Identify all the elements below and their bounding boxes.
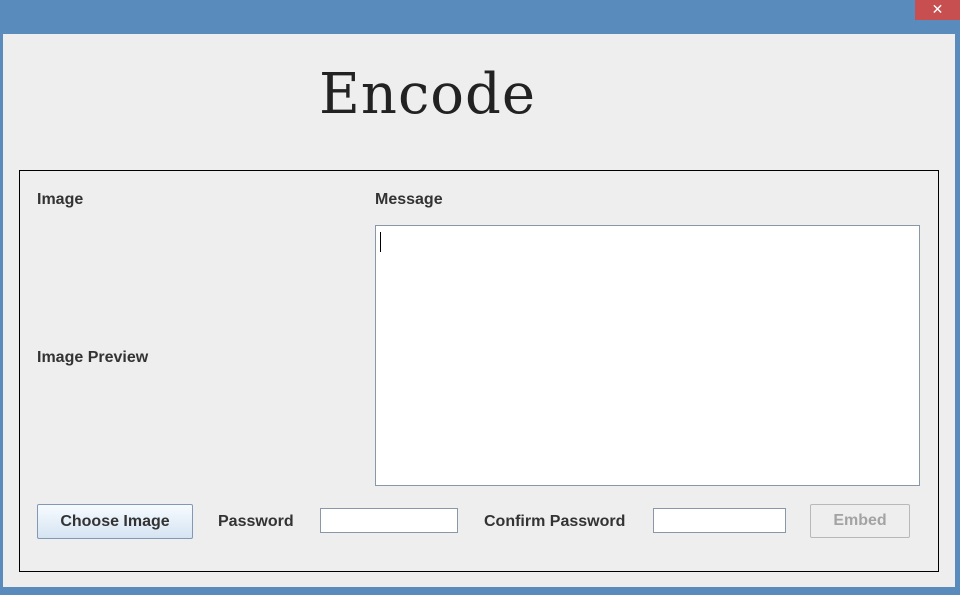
encode-window: ✕ Encode Image Image Preview Message Cho…	[0, 0, 960, 595]
text-caret	[380, 232, 381, 252]
image-preview-label: Image Preview	[37, 349, 149, 366]
page-title: Encode	[319, 62, 537, 127]
choose-image-button[interactable]: Choose Image	[37, 504, 193, 539]
window-content: Encode Image Image Preview Message Choos…	[3, 34, 955, 587]
title-bar[interactable]: ✕	[0, 0, 960, 34]
password-field[interactable]	[320, 508, 458, 533]
confirm-password-label: Confirm Password	[484, 513, 626, 530]
embed-button[interactable]: Embed	[810, 504, 910, 538]
close-icon: ✕	[931, 2, 944, 18]
close-button[interactable]: ✕	[915, 0, 960, 20]
confirm-password-field[interactable]	[653, 508, 786, 533]
message-textarea[interactable]	[375, 225, 920, 486]
message-label: Message	[375, 191, 443, 208]
encode-panel: Image Image Preview Message Choose Image…	[19, 170, 939, 572]
password-label: Password	[218, 513, 294, 530]
image-label: Image	[37, 191, 84, 208]
